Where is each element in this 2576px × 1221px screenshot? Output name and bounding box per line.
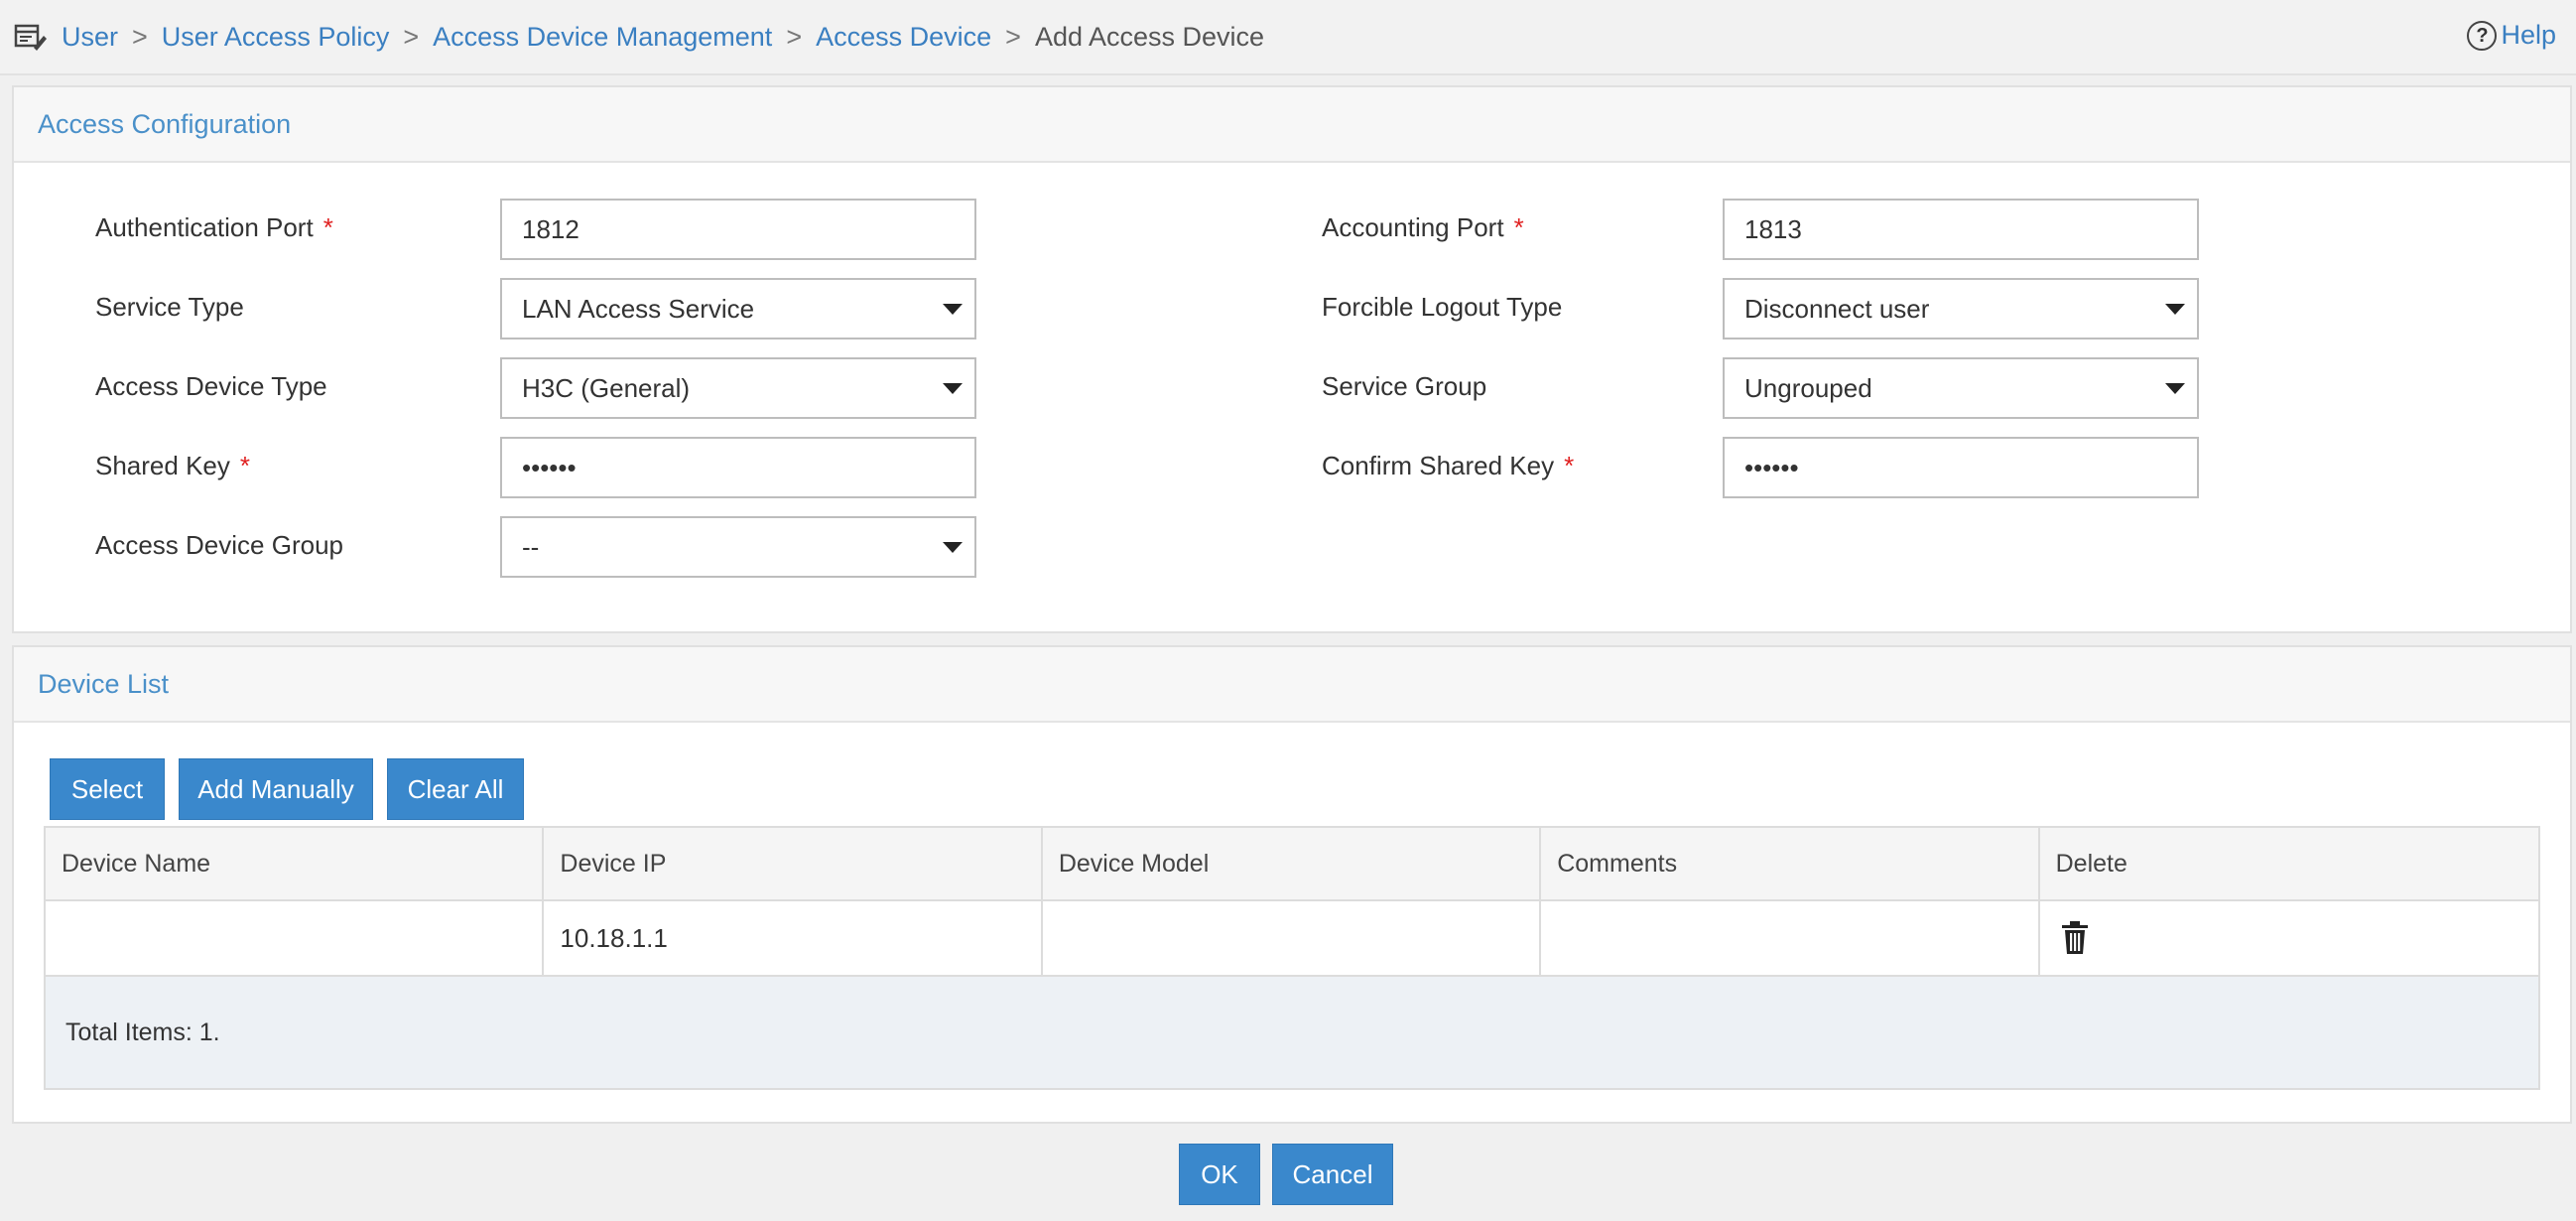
service-type-select[interactable]: LAN Access Service bbox=[500, 278, 976, 339]
breadcrumb: User > User Access Policy > Access Devic… bbox=[0, 0, 2576, 75]
authentication-port-label: Authentication Port * bbox=[95, 212, 333, 242]
page: User > User Access Policy > Access Devic… bbox=[0, 0, 2576, 1221]
help-label: Help bbox=[2501, 20, 2556, 50]
device-list-panel: Device List Select Add Manually Clear Al… bbox=[12, 645, 2572, 1124]
confirm-shared-key-label: Confirm Shared Key * bbox=[1322, 451, 1575, 480]
breadcrumb-current: Add Access Device bbox=[1034, 21, 1265, 52]
cell-comments bbox=[1541, 901, 2040, 975]
breadcrumb-user-access-policy[interactable]: User Access Policy bbox=[162, 22, 390, 53]
confirm-shared-key-input[interactable]: •••••• bbox=[1723, 437, 2199, 498]
breadcrumb-separator: > bbox=[403, 21, 420, 52]
help-icon: ? bbox=[2467, 20, 2498, 51]
access-device-group-label: Access Device Group bbox=[95, 530, 343, 560]
chevron-down-icon bbox=[2165, 383, 2185, 394]
breadcrumb-separator: > bbox=[786, 21, 803, 52]
ok-button[interactable]: OK bbox=[1179, 1144, 1260, 1205]
access-configuration-panel: Access Configuration Authentication Port… bbox=[12, 85, 2572, 633]
select-button[interactable]: Select bbox=[50, 758, 165, 820]
breadcrumb-user[interactable]: User bbox=[62, 22, 118, 53]
breadcrumb-access-device-management[interactable]: Access Device Management bbox=[433, 22, 772, 53]
accounting-port-label: Accounting Port * bbox=[1322, 212, 1524, 242]
cell-device-ip: 10.18.1.1 bbox=[544, 901, 1043, 975]
chevron-down-icon bbox=[943, 304, 963, 315]
access-device-group-select[interactable]: -- bbox=[500, 516, 976, 578]
trash-icon[interactable] bbox=[2060, 921, 2090, 955]
required-mark: * bbox=[1513, 212, 1524, 242]
breadcrumb-access-device[interactable]: Access Device bbox=[816, 22, 991, 53]
table-row: 10.18.1.1 bbox=[46, 901, 2538, 977]
chevron-down-icon bbox=[943, 383, 963, 394]
device-table: Device Name Device IP Device Model Comme… bbox=[44, 826, 2540, 1090]
shared-key-input[interactable]: •••••• bbox=[500, 437, 976, 498]
required-mark: * bbox=[1564, 451, 1575, 480]
authentication-port-input[interactable]: 1812 bbox=[500, 199, 976, 260]
accounting-port-input[interactable]: 1813 bbox=[1723, 199, 2199, 260]
table-total: Total Items: 1. bbox=[46, 977, 2538, 1088]
access-device-type-label: Access Device Type bbox=[95, 371, 327, 401]
shared-key-label: Shared Key * bbox=[95, 451, 250, 480]
chevron-down-icon bbox=[2165, 304, 2185, 315]
clear-all-button[interactable]: Clear All bbox=[387, 758, 524, 820]
cell-device-model bbox=[1043, 901, 1542, 975]
chevron-down-icon bbox=[943, 542, 963, 553]
user-config-icon bbox=[12, 18, 50, 56]
service-type-label: Service Type bbox=[95, 292, 244, 322]
access-device-type-select[interactable]: H3C (General) bbox=[500, 357, 976, 419]
cell-device-name bbox=[46, 901, 545, 975]
cancel-button[interactable]: Cancel bbox=[1272, 1144, 1393, 1205]
column-delete: Delete bbox=[2055, 849, 2127, 878]
forcible-logout-type-select[interactable]: Disconnect user bbox=[1723, 278, 2199, 339]
access-configuration-title: Access Configuration bbox=[14, 87, 2570, 163]
breadcrumb-separator: > bbox=[1005, 21, 1021, 52]
cell-delete bbox=[2040, 901, 2538, 975]
device-list-title: Device List bbox=[14, 647, 2570, 723]
service-group-select[interactable]: Ungrouped bbox=[1723, 357, 2199, 419]
add-manually-button[interactable]: Add Manually bbox=[179, 758, 373, 820]
table-header: Device Name Device IP Device Model Comme… bbox=[46, 828, 2538, 901]
forcible-logout-type-label: Forcible Logout Type bbox=[1322, 292, 1563, 322]
column-device-ip[interactable]: Device IP bbox=[544, 828, 1043, 899]
column-device-name[interactable]: Device Name bbox=[46, 828, 545, 899]
required-mark: * bbox=[322, 212, 333, 242]
column-comments[interactable]: Comments bbox=[1541, 828, 2040, 899]
column-device-model[interactable]: Device Model bbox=[1043, 828, 1542, 899]
help-link[interactable]: ? Help bbox=[2467, 20, 2556, 51]
required-mark: * bbox=[239, 451, 250, 480]
service-group-label: Service Group bbox=[1322, 371, 1487, 401]
breadcrumb-separator: > bbox=[132, 21, 148, 52]
